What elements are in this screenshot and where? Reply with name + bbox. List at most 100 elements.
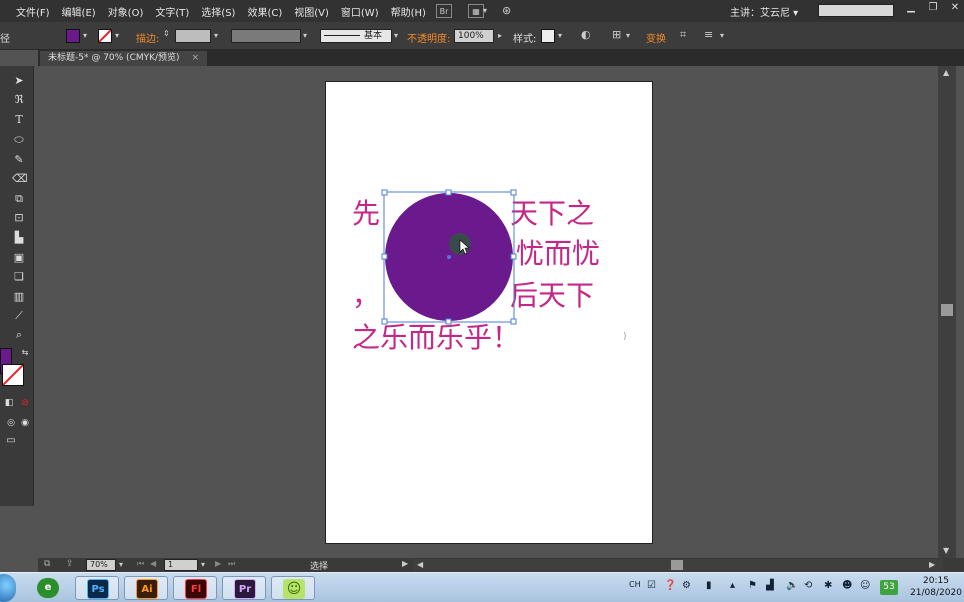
ellipse-tool-icon[interactable]: ⬭ [12,133,26,147]
flag-tray-icon[interactable]: ⚑ [748,580,757,591]
qq-tray-icon[interactable]: ☻ [842,580,852,591]
taskbar-app-illustrator[interactable]: Ai [124,576,168,600]
opacity-arrow-icon[interactable]: ▸ [498,31,502,40]
star-tray-icon[interactable]: ✱ [824,580,832,591]
handle-top-middle[interactable] [445,189,452,196]
workspace-switcher[interactable]: 主讲：艾云尼 ▾ [730,4,798,19]
vertical-scrollbar[interactable]: ▲ ▼ [938,66,956,558]
isolate-icon[interactable]: ⌗ [680,28,686,42]
style-swatch[interactable] [541,29,555,43]
status-left-icon[interactable]: ⧉ [44,559,50,569]
badge-53[interactable]: 53 [880,580,898,595]
handle-top-left[interactable] [381,189,388,196]
panel-menu-dropdown-icon[interactable]: ▾ [720,31,724,40]
opacity-field[interactable]: 100% [454,29,494,43]
battery-tray-icon[interactable]: ▮ [706,580,712,591]
color-mode-icon[interactable]: ◧ [2,396,16,410]
restore-icon[interactable]: ❐ [922,2,944,16]
volume-tray-icon[interactable]: 🔈 [786,580,798,591]
brush-field[interactable]: 基本 [320,29,392,43]
status-mode-arrow-icon[interactable]: ▶ [402,559,408,568]
menu-edit[interactable]: 编辑(E) [56,4,102,19]
wechat-tray-icon[interactable]: ☺ [860,580,870,591]
scroll-right-icon[interactable]: ▶ [929,560,935,569]
free-transform-tool-icon[interactable]: ⊡ [12,211,26,225]
taskbar-app-photoshop[interactable]: Ps [75,576,119,600]
stroke-weight-dropdown-icon[interactable]: ▾ [214,31,218,40]
screen-mode-icon[interactable]: ▭ [4,434,18,448]
horizontal-scroll-thumb[interactable] [671,560,683,570]
arrange-dropdown-icon[interactable]: ▾ [483,6,487,15]
fill-swatch[interactable] [66,29,80,43]
menu-view[interactable]: 视图(V) [288,4,335,19]
menu-file[interactable]: 文件(F) [10,4,56,19]
menu-select[interactable]: 选择(S) [195,4,241,19]
selection-tool-icon[interactable]: ➤ [12,74,26,88]
page-field[interactable]: 1 [164,559,198,571]
align-icon[interactable]: ⊞ [612,28,621,41]
prev-page-icon[interactable]: ◀ [150,559,156,568]
search-input[interactable] [818,4,894,17]
text-line3-right[interactable]: 后天下 [510,280,594,312]
menu-window[interactable]: 窗口(W) [335,4,385,19]
menu-type[interactable]: 文字(T) [149,4,195,19]
zoom-field[interactable]: 70% [86,559,116,571]
scale-tool-icon[interactable]: ⧉ [12,192,26,206]
gradient-tool-icon[interactable]: ▣ [12,251,26,265]
variable-width-field[interactable] [231,29,301,43]
style-dropdown-icon[interactable]: ▾ [558,31,562,40]
blend-tool-icon[interactable]: ❏ [12,270,26,284]
tray-expand-icon[interactable]: ▴ [730,580,735,591]
selected-circle[interactable] [380,188,520,328]
handle-bottom-right[interactable] [510,318,517,325]
text-line1-left[interactable]: 先 [352,198,380,230]
stroke-swatch[interactable] [98,29,112,43]
zoom-tool-icon[interactable]: ⌕ [12,328,26,342]
close-tab-icon[interactable]: × [192,53,200,63]
network-tray-icon[interactable]: ▟ [766,580,774,591]
fill-dropdown-icon[interactable]: ▾ [83,31,87,40]
last-page-icon[interactable]: ⏭ [228,559,235,569]
help-tray-icon[interactable]: ❓ [664,580,676,591]
start-button[interactable] [0,574,16,602]
align-dropdown-icon[interactable]: ▾ [626,31,630,40]
system-clock[interactable]: 20:15 21/08/2020 [908,575,964,599]
stroke-color-box[interactable] [2,364,24,386]
opacity-label[interactable]: 不透明度: [407,30,450,45]
scroll-up-icon[interactable]: ▲ [943,68,949,77]
scroll-left-icon[interactable]: ◀ [417,560,423,569]
swap-colors-icon[interactable]: ⇆ [18,346,32,360]
zoom-dropdown-icon[interactable]: ▾ [119,560,123,569]
handle-bottom-middle[interactable] [445,318,452,325]
handle-bottom-left[interactable] [381,318,388,325]
text-line1-right[interactable]: 天下之 [510,198,594,230]
scroll-down-icon[interactable]: ▼ [943,546,949,555]
column-graph-tool-icon[interactable]: ▥ [12,290,26,304]
pencil-tool-icon[interactable]: ✎ [12,153,26,167]
taskbar-app-premiere[interactable]: Pr [222,576,266,600]
brush-dropdown-icon[interactable]: ▾ [394,31,398,40]
bridge-button[interactable]: Br [436,4,452,18]
gpu-icon[interactable]: ⊛ [502,4,511,17]
vertical-scroll-thumb[interactable] [941,304,953,316]
settings-tray-icon[interactable]: ⚙ [682,580,691,591]
handle-top-right[interactable] [510,189,517,196]
menu-effect[interactable]: 效果(C) [241,4,288,19]
close-icon[interactable]: ✕ [944,2,964,16]
taskbar-app-ie[interactable]: e [26,576,70,600]
horizontal-scrollbar[interactable]: ◀ ▶ [413,559,943,571]
next-page-icon[interactable]: ▶ [215,559,221,568]
page-dropdown-icon[interactable]: ▾ [201,560,205,569]
menu-help[interactable]: 帮助(H) [385,4,432,19]
tab-document[interactable]: 未标题-5* @ 70% (CMYK/预览) × [40,51,208,66]
menu-object[interactable]: 对象(O) [102,4,150,19]
taskbar-app-flash[interactable]: Fl [173,576,217,600]
draw-inside-icon[interactable]: ◉ [18,416,32,430]
lasso-tool-icon[interactable]: ℜ [12,93,26,107]
recolor-icon[interactable]: ◐ [581,28,591,41]
draw-mode-icon[interactable]: ◎ [4,416,18,430]
artboard[interactable]: 先 天下之 忧而忧 ， 后天下 之乐而乐乎！ ) [325,81,653,544]
stroke-dropdown-icon[interactable]: ▾ [115,31,119,40]
handle-middle-right[interactable] [510,253,517,260]
none-mode-icon[interactable]: ⊘ [18,396,32,410]
